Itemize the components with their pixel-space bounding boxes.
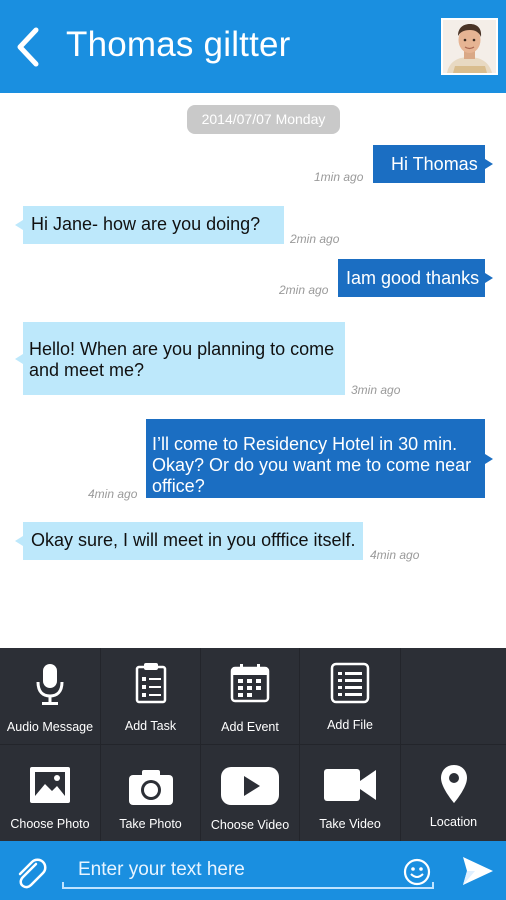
message-input-wrapper xyxy=(62,853,434,889)
message-bubble-incoming[interactable]: Hello! When are you planning to come and… xyxy=(15,322,345,395)
camera-icon xyxy=(128,770,173,805)
document-list-icon xyxy=(330,662,370,704)
location-button[interactable]: Location xyxy=(401,745,506,841)
message-bubble-incoming[interactable]: Okay sure, I will meet in you offfice it… xyxy=(15,522,363,560)
date-separator: 2014/07/07 Monday xyxy=(187,105,340,134)
picture-icon xyxy=(30,767,70,803)
add-file-button[interactable]: Add File xyxy=(300,648,401,745)
message-input[interactable] xyxy=(62,853,392,887)
audio-message-button[interactable]: Audio Message xyxy=(0,648,101,745)
message-bubble-outgoing[interactable]: I’ll come to Residency Hotel in 30 min. … xyxy=(146,419,493,498)
location-pin-icon xyxy=(440,765,467,803)
message-time: 4min ago xyxy=(370,548,420,562)
choose-video-label: Choose Video xyxy=(210,818,290,832)
location-label: Location xyxy=(429,815,478,829)
clipboard-icon xyxy=(135,663,166,704)
message-time: 4min ago xyxy=(88,487,138,501)
microphone-icon xyxy=(36,664,64,705)
choose-photo-button[interactable]: Choose Photo xyxy=(0,745,101,841)
take-video-label: Take Video xyxy=(319,817,381,831)
attachment-panel: Audio Message Add Task Add Event Add Fil… xyxy=(0,648,506,841)
add-file-label: Add File xyxy=(327,718,373,732)
contact-avatar[interactable] xyxy=(441,18,498,75)
choose-photo-label: Choose Photo xyxy=(10,817,90,831)
take-photo-button[interactable]: Take Photo xyxy=(101,745,201,841)
empty-slot xyxy=(401,648,506,745)
message-time: 3min ago xyxy=(351,383,401,397)
contact-name: Thomas giltter xyxy=(66,25,291,64)
add-task-label: Add Task xyxy=(124,719,177,733)
add-event-label: Add Event xyxy=(221,720,279,734)
paperclip-icon[interactable] xyxy=(12,855,48,891)
audio-message-label: Audio Message xyxy=(6,720,94,734)
message-time: 2min ago xyxy=(279,283,329,297)
app-header: Thomas giltter xyxy=(0,0,506,93)
conversation-area[interactable]: 2014/07/07 Monday Hi Thomas 1min ago Hi … xyxy=(0,93,506,648)
add-task-button[interactable]: Add Task xyxy=(101,648,201,745)
take-video-button[interactable]: Take Video xyxy=(300,745,401,841)
add-event-button[interactable]: Add Event xyxy=(201,648,300,745)
calendar-icon xyxy=(230,664,270,703)
take-photo-label: Take Photo xyxy=(119,817,182,831)
message-bubble-outgoing[interactable]: Iam good thanks xyxy=(338,259,493,297)
play-icon xyxy=(221,767,279,805)
choose-video-button[interactable]: Choose Video xyxy=(201,745,300,841)
emoji-icon[interactable] xyxy=(403,858,431,886)
message-time: 2min ago xyxy=(290,232,340,246)
video-camera-icon xyxy=(324,769,376,801)
send-icon[interactable] xyxy=(461,855,495,887)
message-time: 1min ago xyxy=(314,170,364,184)
message-bubble-incoming[interactable]: Hi Jane- how are you doing? xyxy=(15,206,284,244)
message-bubble-outgoing[interactable]: Hi Thomas xyxy=(373,145,493,183)
back-arrow-icon[interactable] xyxy=(12,24,48,70)
